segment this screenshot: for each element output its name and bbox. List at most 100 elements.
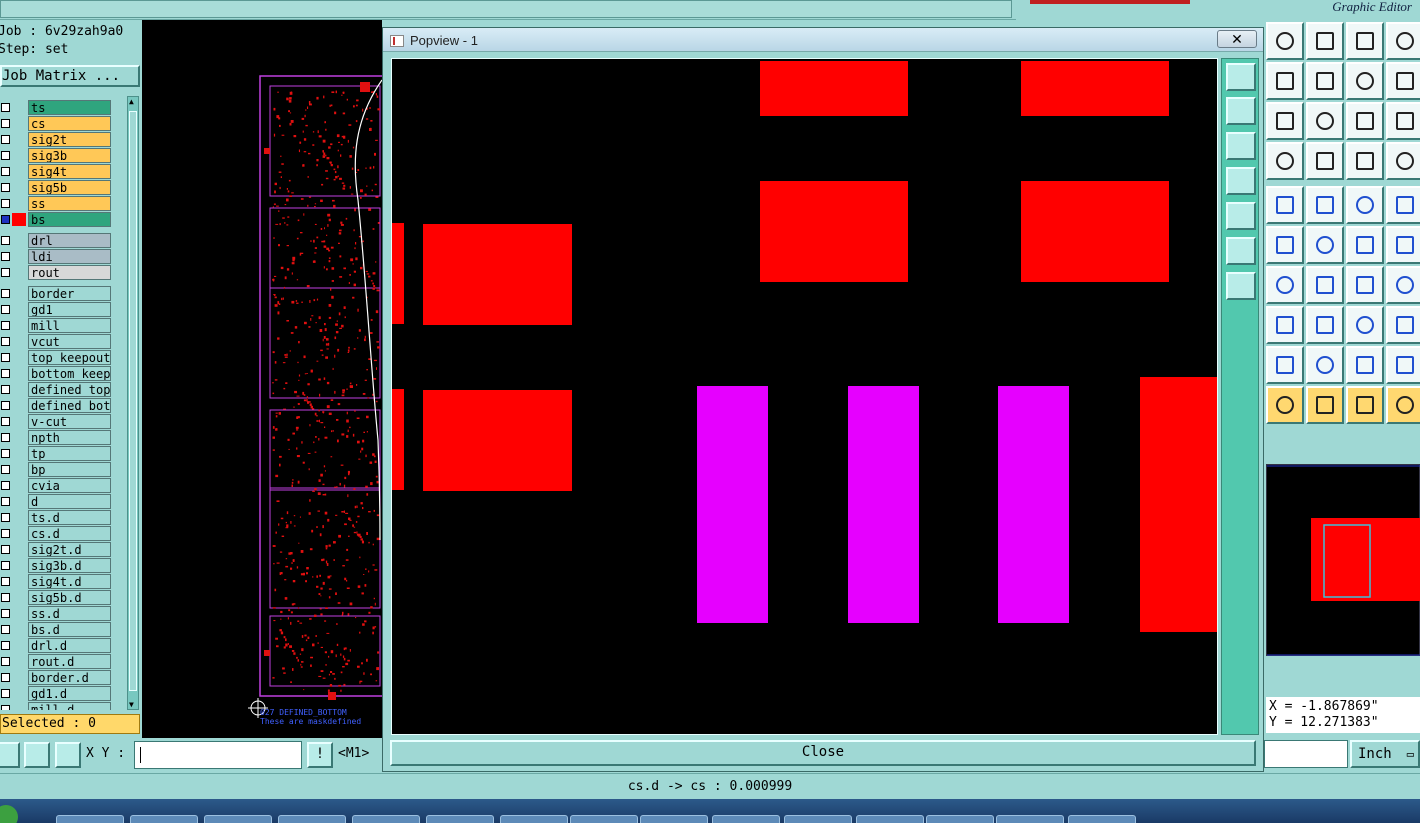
layer-checkbox[interactable] [1,103,10,112]
layer-checkbox[interactable] [1,545,10,554]
units-select[interactable]: Inch ▭ [1350,740,1420,768]
tri-b-tool-icon[interactable] [1306,346,1344,384]
layer-checkbox[interactable] [1,268,10,277]
taskbar-item[interactable] [926,815,994,823]
layer-row[interactable]: ss [0,196,112,211]
taskbar-item[interactable] [1068,815,1136,823]
layer-checkbox[interactable] [1,705,10,710]
layer-checkbox[interactable] [1,167,10,176]
start-icon[interactable] [0,805,18,823]
layers-b-tool-icon[interactable] [1386,142,1420,180]
close-button[interactable]: Close [390,740,1256,766]
layer-row[interactable]: sig4t [0,164,112,179]
layer-checkbox[interactable] [1,369,10,378]
layer-checkbox[interactable] [1,497,10,506]
layer-checkbox[interactable] [1,689,10,698]
minimap[interactable] [1266,464,1420,656]
taskbar-item[interactable] [352,815,420,823]
window-tool-icon[interactable] [1386,22,1420,60]
layer-checkbox[interactable] [1,625,10,634]
layer-checkbox[interactable] [1,673,10,682]
taskbar-item[interactable] [130,815,198,823]
layer-checkbox[interactable] [1,236,10,245]
layer-checkbox[interactable] [1,252,10,261]
layer-checkbox[interactable] [1,353,10,362]
tri-d-tool-icon[interactable] [1386,346,1420,384]
cursor-d-tool-icon[interactable] [1386,386,1420,424]
grid-icon[interactable] [55,742,81,768]
taskbar-item[interactable] [56,815,124,823]
snap-icon[interactable] [24,742,50,768]
layer-row[interactable]: v-cut [0,414,112,429]
layer-row[interactable]: ts [0,100,112,115]
layer-row[interactable]: sig3b [0,148,112,163]
scale-tool-icon[interactable] [1346,102,1384,140]
menu-strip[interactable] [0,0,1012,18]
layer-checkbox[interactable] [1,481,10,490]
zoom-fit-button[interactable] [1226,237,1256,265]
taskbar-item[interactable] [856,815,924,823]
layer-checkbox[interactable] [1,385,10,394]
layer-row[interactable]: vcut [0,334,112,349]
layer-row[interactable]: tp [0,446,112,461]
layer-row[interactable]: bottom_keepo [0,366,112,381]
tri-c-tool-icon[interactable] [1346,346,1384,384]
layer-row[interactable]: sig5b [0,180,112,195]
layer-row[interactable]: rout.d [0,654,112,669]
layer-row[interactable]: gd1 [0,302,112,317]
layer-row[interactable]: mill.d [0,702,112,710]
popview-canvas[interactable] [391,58,1218,735]
layer-row[interactable]: ldi [0,249,112,264]
layer-checkbox[interactable] [1,529,10,538]
layer-row[interactable]: defined_top [0,382,112,397]
layer-row[interactable]: sig2t [0,132,112,147]
line-a-tool-icon[interactable] [1266,266,1304,304]
taskbar-item[interactable] [996,815,1064,823]
snap-tool-icon[interactable] [1306,142,1344,180]
layer-row[interactable]: rout [0,265,112,280]
taskbar-item[interactable] [500,815,568,823]
layer-row[interactable]: drl [0,233,112,248]
layer-row[interactable]: d [0,494,112,509]
layer-row[interactable]: gd1.d [0,686,112,701]
node-b-tool-icon[interactable] [1386,226,1420,264]
scroll-up-icon[interactable]: ▲ [129,97,134,106]
taskbar-item[interactable] [784,815,852,823]
window-close-icon[interactable]: ✕ [1217,30,1257,48]
pad-tool-icon[interactable] [1386,186,1420,224]
layer-row[interactable]: drl.d [0,638,112,653]
layer-row[interactable]: bs [0,212,112,227]
layer-checkbox[interactable] [1,337,10,346]
layer-row[interactable]: ss.d [0,606,112,621]
layer-checkbox[interactable] [1,609,10,618]
undo-tool-icon[interactable] [1346,62,1384,100]
layer-row[interactable]: ts.d [0,510,112,525]
layer-row[interactable]: npth [0,430,112,445]
dot-tool-icon[interactable] [1266,186,1304,224]
layer-checkbox[interactable] [1,199,10,208]
layer-row[interactable]: bs.d [0,622,112,637]
layer-scrollbar[interactable]: ▲ ▼ [127,96,139,710]
layer-checkbox[interactable] [1,401,10,410]
cursor-a-tool-icon[interactable] [1266,386,1304,424]
edit-tool-icon[interactable] [1266,142,1304,180]
pan-up-button[interactable] [1226,97,1256,125]
shapes-tool-icon[interactable] [1386,306,1420,344]
layer-row[interactable]: defined_bott [0,398,112,413]
pan-down-button[interactable] [1226,132,1256,160]
scroll-down-icon[interactable]: ▼ [129,700,134,709]
layer-row[interactable]: border [0,286,112,301]
help-tool-icon[interactable] [1386,102,1420,140]
layer-row[interactable]: top_keepout [0,350,112,365]
layer-row[interactable]: sig3b.d [0,558,112,573]
zoom-center-button[interactable] [1226,272,1256,300]
layer-checkbox[interactable] [1,657,10,666]
layer-checkbox[interactable] [1,449,10,458]
layer-row[interactable]: sig4t.d [0,574,112,589]
cross-tool-icon[interactable] [1306,226,1344,264]
resize-tool-icon[interactable] [1346,306,1384,344]
layer-checkbox[interactable] [1,417,10,426]
layer-checkbox[interactable] [1,215,10,224]
layer-row[interactable]: cs [0,116,112,131]
pan-right-button[interactable] [1226,202,1256,230]
